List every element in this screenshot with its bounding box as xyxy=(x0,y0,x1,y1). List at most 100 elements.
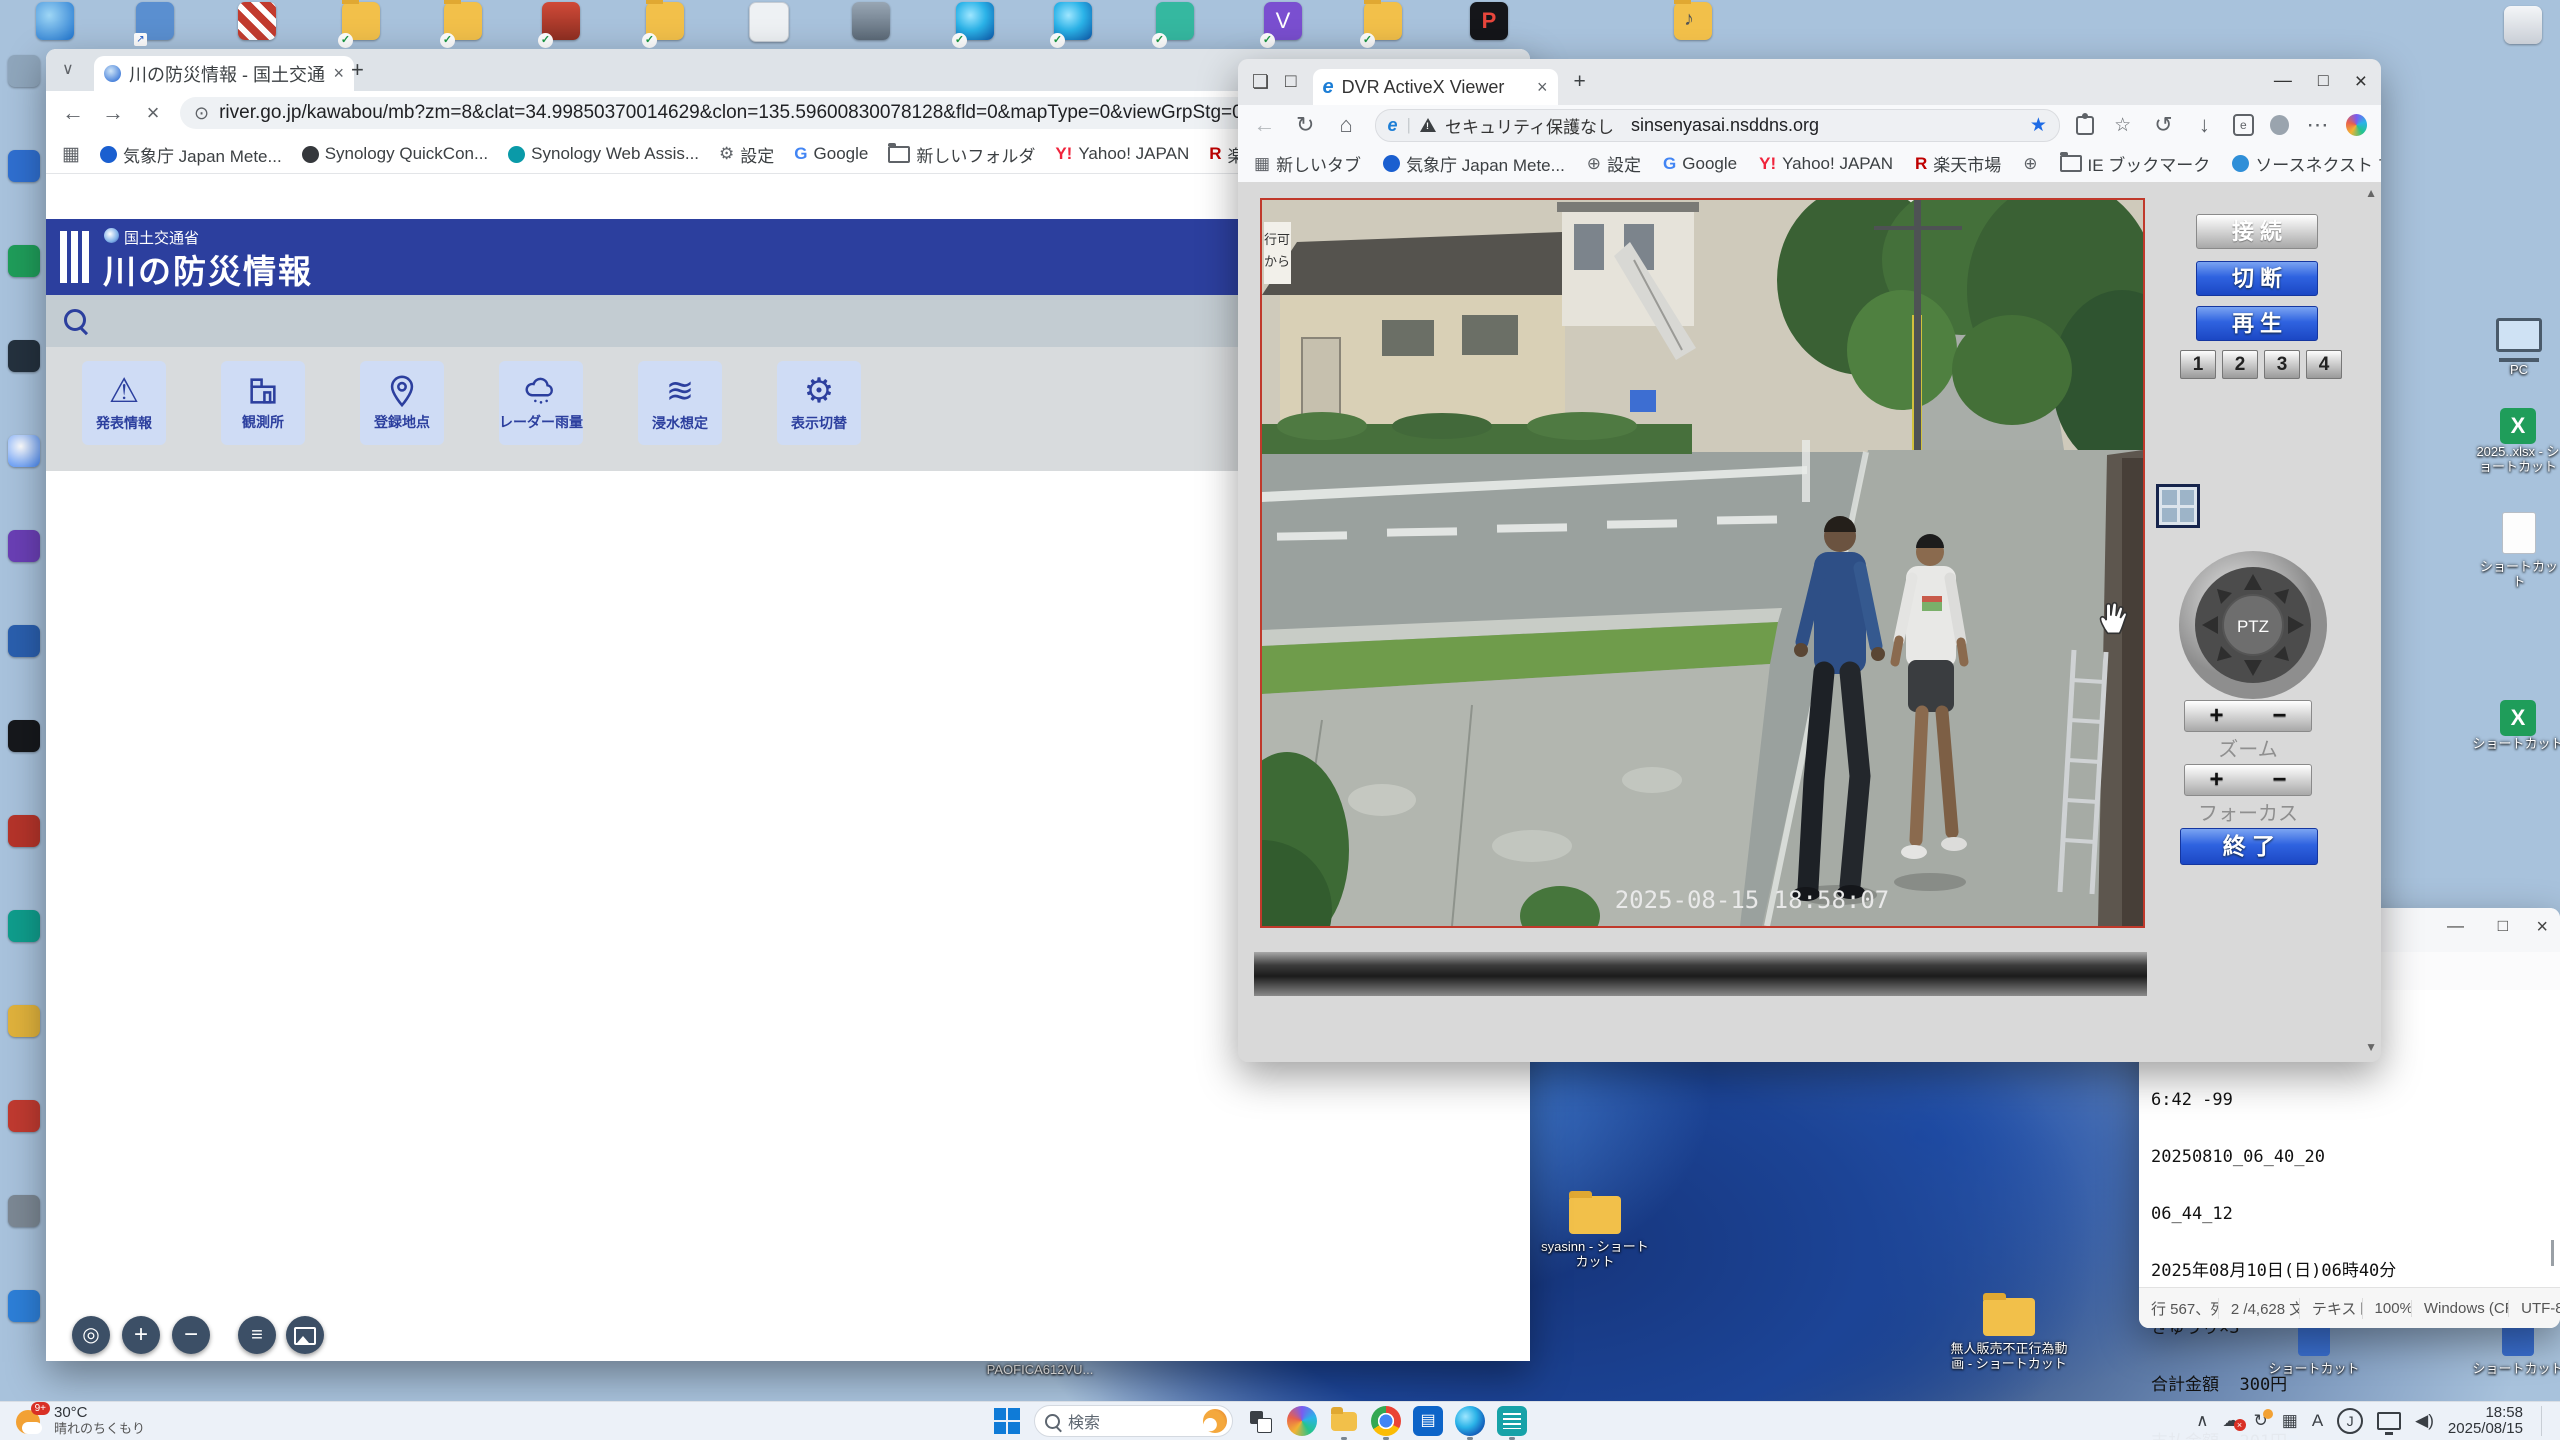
focus-in-icon[interactable]: + xyxy=(2209,766,2223,794)
scrollbar-thumb[interactable] xyxy=(2551,1240,2554,1266)
favorite-item[interactable]: R楽天市場 xyxy=(1915,151,2001,176)
globe-icon[interactable]: ⊕ xyxy=(2023,154,2037,174)
desktop-icon[interactable]: ♪ xyxy=(1670,2,1716,46)
desktop-icon[interactable]: ✓ xyxy=(440,2,486,46)
channel-3-button[interactable]: 3 xyxy=(2264,350,2300,379)
desktop-icon[interactable]: ✓ xyxy=(338,2,384,46)
desktop-icon[interactable] xyxy=(32,2,78,46)
desktop-icon-excel-shortcut2[interactable]: X ショートカット xyxy=(2470,700,2560,751)
desktop-icon[interactable]: ✓ xyxy=(538,2,584,46)
workspaces-icon[interactable]: ❏ xyxy=(1252,71,1269,94)
focus-control[interactable]: + − xyxy=(2184,764,2312,796)
new-tab-button[interactable]: + xyxy=(351,57,364,83)
nav-button-flood[interactable]: ≋浸水想定 xyxy=(638,361,722,445)
network-icon[interactable] xyxy=(2377,1412,2401,1430)
desktop-icon[interactable] xyxy=(4,530,44,574)
forward-button[interactable]: → xyxy=(100,100,126,126)
play-button[interactable]: 再 生 xyxy=(2196,306,2318,341)
channel-4-button[interactable]: 4 xyxy=(2306,350,2342,379)
close-icon[interactable]: × xyxy=(2536,916,2548,939)
bookmark-item[interactable]: 気象庁 Japan Mete... xyxy=(100,142,282,167)
connect-button[interactable]: 接 続 xyxy=(2196,214,2318,249)
new-tab-button[interactable]: + xyxy=(1574,70,1586,94)
taskbar-weather-widget[interactable]: 9+ 30°C 晴れのちくもり xyxy=(0,1405,436,1437)
zoom-in-icon[interactable]: + xyxy=(2209,702,2223,730)
ime-mode-icon[interactable]: A xyxy=(2312,1411,2323,1431)
ime-keyboard-icon[interactable]: ▦ xyxy=(2282,1411,2298,1431)
desktop-icon[interactable] xyxy=(4,815,44,859)
copilot-icon[interactable] xyxy=(2346,114,2367,136)
extensions-icon[interactable] xyxy=(2076,116,2094,135)
desktop-icon[interactable]: ✓ xyxy=(642,2,688,46)
notepad-app-button[interactable] xyxy=(1497,1406,1527,1436)
settings-dots-icon[interactable]: ⋯ xyxy=(2305,112,2330,138)
tab-search-chevron-icon[interactable]: ∨ xyxy=(62,59,74,79)
onedrive-error-icon[interactable]: ☁× xyxy=(2223,1411,2240,1431)
tray-j-icon[interactable]: J xyxy=(2337,1408,2363,1434)
desktop-icon[interactable] xyxy=(4,910,44,954)
file-explorer-button[interactable] xyxy=(1329,1406,1359,1436)
disconnect-button[interactable]: 切 断 xyxy=(2196,261,2318,296)
bookmark-star-icon[interactable]: ★ xyxy=(2030,114,2047,137)
desktop-icon[interactable] xyxy=(4,1290,44,1334)
stop-reload-button[interactable]: × xyxy=(140,100,166,126)
edge-button[interactable] xyxy=(1455,1406,1485,1436)
desktop-folder-syasinn[interactable]: syasinn - ショートカット xyxy=(1540,1196,1650,1269)
favorite-item[interactable]: ソースネクスト マイページ xyxy=(2232,151,2381,176)
desktop-icon[interactable] xyxy=(4,55,44,99)
zoom-in-button[interactable]: + xyxy=(122,1316,160,1354)
desktop-icon[interactable] xyxy=(4,1195,44,1239)
dvr-active-tab[interactable]: e DVR ActiveX Viewer × xyxy=(1313,69,1558,105)
bookmark-item[interactable]: GGoogle xyxy=(794,144,868,164)
tab-actions-icon[interactable]: □ xyxy=(1285,71,1296,93)
bookmark-item[interactable]: 新しいフォルダ xyxy=(888,142,1035,167)
favorite-item[interactable]: ▦新しいタブ xyxy=(1254,151,1361,176)
scroll-down-icon[interactable]: ▼ xyxy=(2365,1040,2377,1054)
address-bar[interactable]: ⊙ river.go.jp/kawabou/mb?zm=8&clat=34.99… xyxy=(180,97,1368,129)
status-zoom[interactable]: 100% xyxy=(2363,1300,2412,1317)
bookmark-item[interactable]: Y!Yahoo! JAPAN xyxy=(1055,144,1189,164)
favorite-item[interactable]: IE ブックマーク xyxy=(2060,151,2211,176)
zoom-out-icon[interactable]: − xyxy=(2272,702,2286,730)
site-info-icon[interactable]: ⊙ xyxy=(194,103,209,124)
desktop-icon-pc[interactable]: PC xyxy=(2484,318,2554,377)
desktop-icon[interactable] xyxy=(4,1100,44,1144)
desktop-icon[interactable] xyxy=(4,720,44,764)
desktop-icon[interactable]: ✓ xyxy=(1360,2,1406,46)
desktop-icon[interactable]: ✓ xyxy=(1050,2,1096,46)
taskbar-search[interactable]: 検索 xyxy=(1034,1405,1233,1437)
volume-icon[interactable]: ◀) xyxy=(2415,1411,2434,1431)
desktop-icon[interactable] xyxy=(745,2,791,46)
desktop-icon[interactable] xyxy=(4,1005,44,1049)
desktop-icon[interactable]: ↗ xyxy=(132,2,178,46)
favorite-item[interactable]: 気象庁 Japan Mete... xyxy=(1383,151,1565,176)
minimize-button[interactable]: — xyxy=(2274,70,2292,94)
desktop-icon[interactable]: ✓ xyxy=(952,2,998,46)
nav-button-warnings[interactable]: ⚠発表情報 xyxy=(82,361,166,445)
tray-clock[interactable]: 18:58 2025/08/15 xyxy=(2448,1405,2523,1437)
tab-close-icon[interactable]: × xyxy=(1537,77,1548,98)
maximize-button[interactable]: □ xyxy=(2318,70,2329,94)
chrome-button[interactable] xyxy=(1371,1406,1401,1436)
apps-grid-icon[interactable]: ▦ xyxy=(62,143,80,166)
nav-button-display[interactable]: ⚙表示切替 xyxy=(777,361,861,445)
browser-active-tab[interactable]: 川の防災情報 - 国土交通省 × xyxy=(94,56,354,91)
desktop-icon[interactable] xyxy=(2500,6,2546,50)
min-icon[interactable]: — xyxy=(2447,916,2464,936)
start-button[interactable] xyxy=(992,1406,1022,1436)
basemap-button[interactable] xyxy=(286,1316,324,1354)
desktop-icon-excel-shortcut[interactable]: X 2025..xlsx - ショートカット xyxy=(2470,408,2560,474)
tab-close-icon[interactable]: × xyxy=(333,63,344,84)
favorite-item[interactable]: ⊕設定 xyxy=(1587,151,1641,176)
scroll-up-icon[interactable]: ▲ xyxy=(2365,186,2377,200)
zoom-out-button[interactable]: − xyxy=(172,1316,210,1354)
history-icon[interactable]: ↺ xyxy=(2151,112,2176,138)
show-desktop-button[interactable] xyxy=(2541,1406,2546,1436)
exit-button[interactable]: 終 了 xyxy=(2180,828,2318,865)
sync-icon[interactable]: ↻ xyxy=(2254,1411,2268,1431)
task-view-button[interactable] xyxy=(1245,1406,1275,1436)
favorite-item[interactable]: GGoogle xyxy=(1663,154,1737,174)
ptz-wheel[interactable]: PTZ xyxy=(2178,550,2328,700)
quad-view-button[interactable] xyxy=(2156,484,2200,528)
desktop-icon[interactable]: V✓ xyxy=(1260,2,1306,46)
